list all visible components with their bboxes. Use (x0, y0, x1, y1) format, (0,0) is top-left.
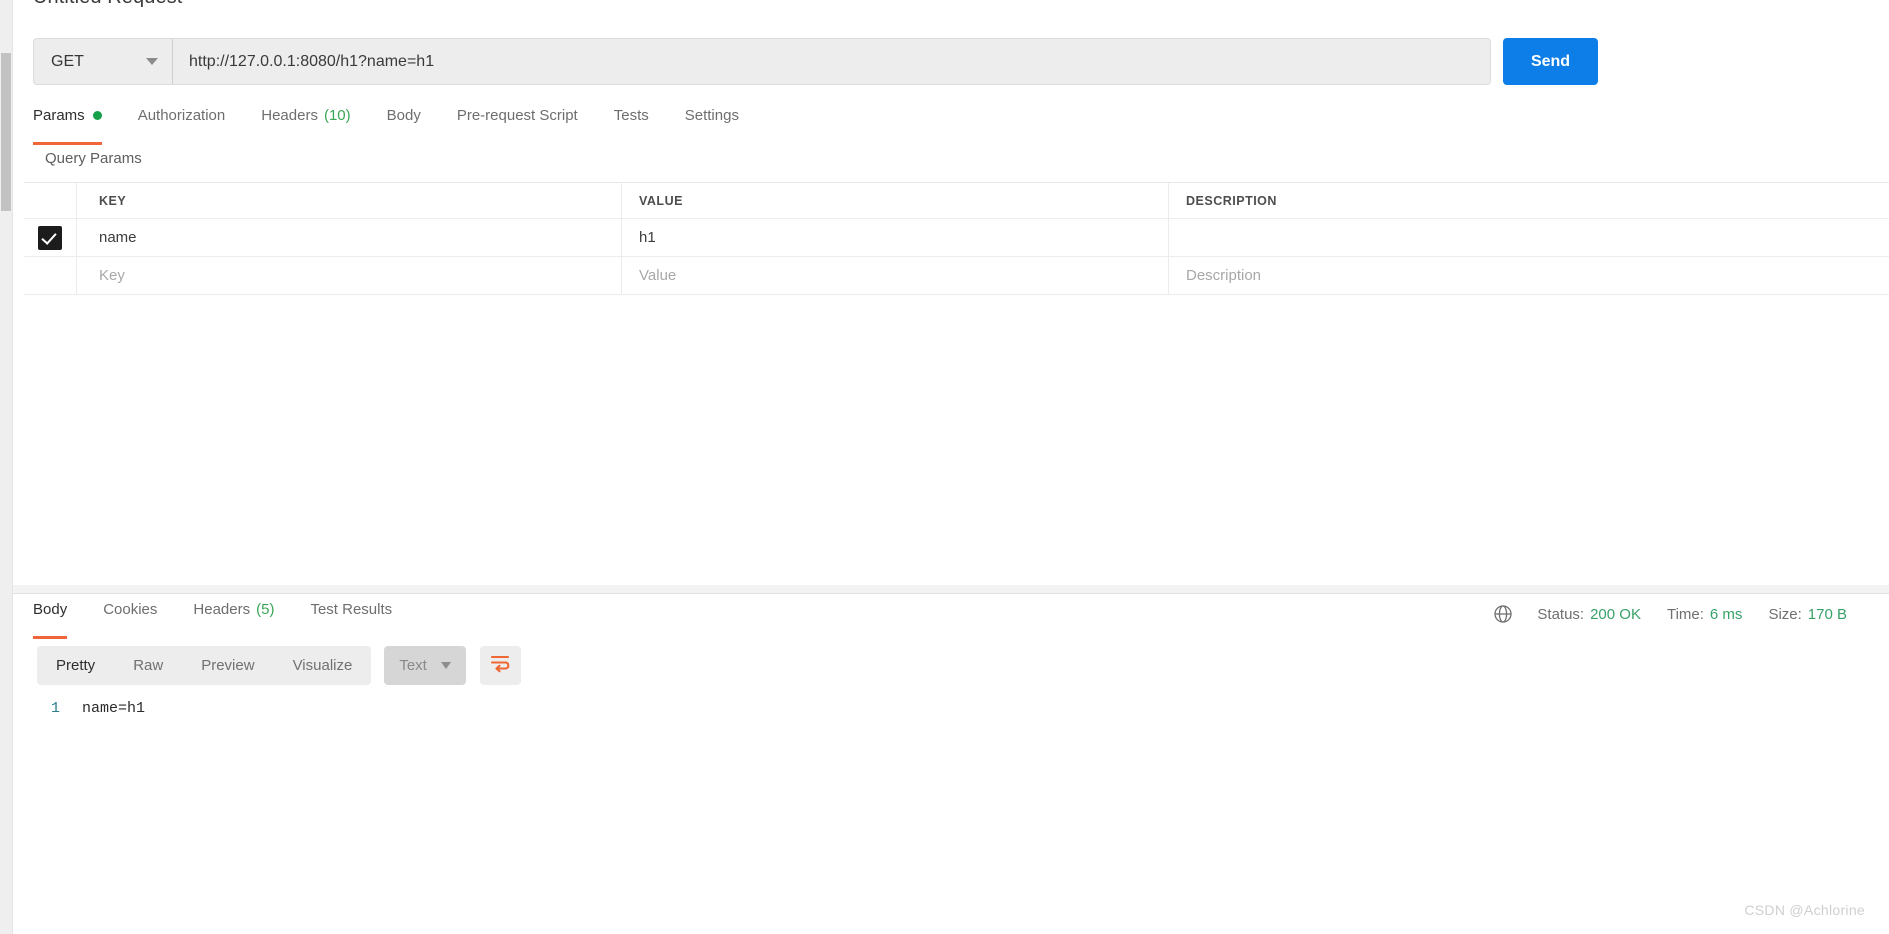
request-workspace: Untitled Request GET Send Params Authori… (12, 0, 1889, 934)
response-tab-headers-label: Headers (193, 601, 251, 618)
new-row-checkbox-cell (24, 257, 77, 294)
response-tab-body[interactable]: Body (33, 598, 85, 639)
response-language-select[interactable]: Text (384, 645, 466, 685)
tab-pre-request-script[interactable]: Pre-request Script (439, 104, 596, 140)
response-tab-headers[interactable]: Headers (5) (175, 598, 292, 634)
http-method-label: GET (51, 52, 84, 70)
code-line: 1 name=h1 (37, 700, 1889, 722)
response-tabs: Body Cookies Headers (5) Test Results (33, 598, 410, 639)
send-button[interactable]: Send (1503, 38, 1598, 85)
tab-pre-request-script-label: Pre-request Script (456, 107, 578, 124)
response-tab-cookies[interactable]: Cookies (85, 598, 175, 634)
header-cell-checkbox (24, 183, 77, 218)
time-value[interactable]: 6 ms (1710, 606, 1743, 623)
watermark: CSDN @Achlorine (1744, 902, 1865, 918)
new-row-value-input[interactable]: Value (622, 257, 1169, 294)
size-label: Size: (1768, 605, 1802, 623)
tab-authorization[interactable]: Authorization (120, 104, 244, 140)
time-label: Time: (1666, 605, 1704, 623)
scrollbar-thumb[interactable] (1, 53, 11, 211)
size-value[interactable]: 170 B (1808, 606, 1847, 623)
tab-params-label: Params (33, 107, 85, 124)
panel-splitter-line (13, 593, 1889, 594)
response-body-code[interactable]: 1 name=h1 (37, 700, 1889, 722)
response-tab-test-results-label: Test Results (310, 601, 393, 618)
status-value[interactable]: 200 OK (1590, 606, 1641, 623)
chevron-down-icon (146, 58, 158, 65)
response-format-group: Pretty Raw Preview Visualize (37, 645, 372, 685)
new-row-description-input[interactable]: Description (1169, 257, 1889, 294)
chevron-down-icon (440, 661, 451, 669)
tab-headers-label: Headers (261, 107, 318, 124)
format-raw-button[interactable]: Raw (114, 646, 182, 685)
panel-splitter[interactable] (13, 585, 1889, 593)
query-params-heading: Query Params (45, 150, 142, 167)
tab-tests[interactable]: Tests (596, 104, 667, 140)
format-visualize-button[interactable]: Visualize (274, 646, 372, 685)
request-tabs: Params Authorization Headers (10) Body P… (33, 104, 757, 145)
tab-tests-label: Tests (613, 107, 649, 124)
globe-icon (1493, 604, 1513, 624)
header-cell-description: DESCRIPTION (1186, 193, 1277, 208)
tab-body-label: Body (386, 107, 421, 124)
row-value[interactable]: h1 (622, 219, 1169, 256)
url-input[interactable] (173, 38, 1491, 85)
tab-settings-label: Settings (684, 107, 739, 124)
header-cell-key: KEY (77, 183, 622, 218)
response-tab-body-label: Body (33, 601, 68, 618)
response-tab-headers-count: (5) (256, 601, 275, 618)
url-bar: GET Send (33, 38, 1889, 85)
new-row-key-input[interactable]: Key (77, 257, 622, 294)
response-body-toolbar: Pretty Raw Preview Visualize Text (37, 641, 521, 689)
format-preview-button[interactable]: Preview (182, 646, 273, 685)
response-meta: Status: 200 OK Time: 6 ms Size: 170 B (1493, 604, 1847, 624)
format-pretty-button[interactable]: Pretty (37, 646, 114, 685)
table-row-new[interactable]: Key Value Description (24, 257, 1889, 295)
tab-authorization-label: Authorization (137, 107, 226, 124)
tab-headers-count: (10) (323, 107, 351, 124)
header-cell-value: VALUE (622, 183, 1169, 218)
line-text: name=h1 (82, 700, 146, 717)
table-header-row: KEY VALUE DESCRIPTION (24, 183, 1889, 219)
word-wrap-toggle-button[interactable] (479, 645, 521, 685)
tab-settings[interactable]: Settings (667, 104, 757, 140)
response-tab-cookies-label: Cookies (103, 601, 158, 618)
query-params-table: KEY VALUE DESCRIPTION name h1 Key Value … (24, 182, 1889, 295)
line-number: 1 (50, 700, 60, 717)
table-row[interactable]: name h1 (24, 219, 1889, 257)
tab-params[interactable]: Params (33, 104, 120, 145)
page-title: Untitled Request (33, 0, 182, 9)
status-label: Status: (1537, 605, 1585, 623)
tab-headers[interactable]: Headers (10) (243, 104, 368, 140)
tab-body[interactable]: Body (369, 104, 439, 140)
http-method-select[interactable]: GET (33, 38, 173, 85)
word-wrap-icon (489, 653, 511, 678)
row-description[interactable] (1169, 219, 1889, 256)
row-key[interactable]: name (77, 219, 622, 256)
response-language-label: Text (399, 656, 427, 674)
params-modified-dot-icon (92, 111, 102, 120)
response-tab-test-results[interactable]: Test Results (292, 598, 410, 634)
param-enabled-checkbox[interactable] (38, 225, 62, 250)
row-checkbox-cell[interactable] (24, 219, 77, 256)
